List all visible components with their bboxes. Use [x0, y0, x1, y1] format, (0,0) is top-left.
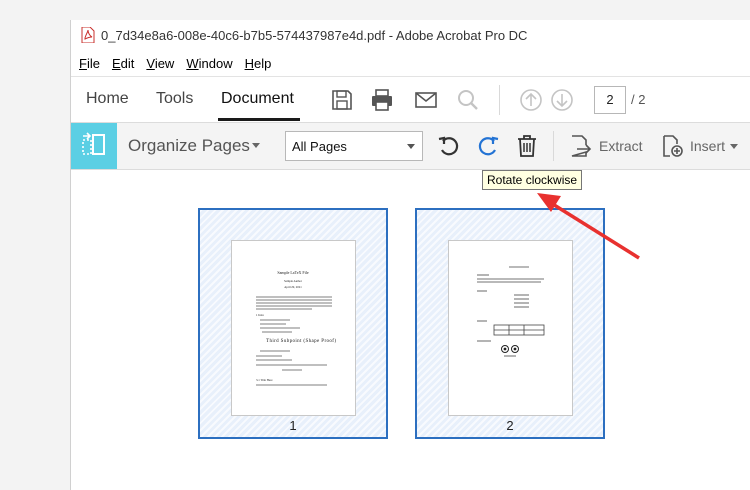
acrobat-window: 0_7d34e8a6-008e-40c6-b7b5-574437987e4d.p… — [70, 20, 750, 490]
annotation-arrow — [537, 193, 640, 260]
